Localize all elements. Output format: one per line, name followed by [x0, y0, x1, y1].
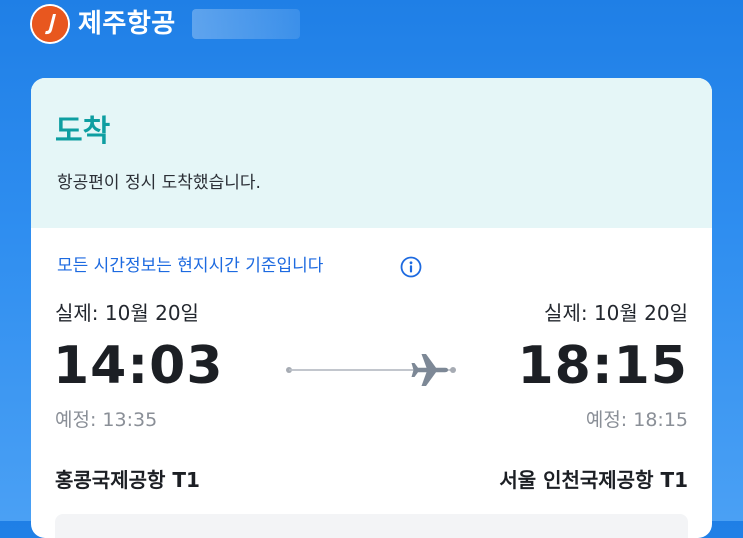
departure-airport: 홍콩국제공항 T1: [55, 468, 200, 492]
status-message: 항공편이 정시 도착했습니다.: [57, 173, 261, 193]
route-line: [285, 352, 457, 388]
timezone-notice: 모든 시간정보는 현지시간 기준입니다: [57, 256, 324, 276]
app-header: 제주항공: [0, 0, 743, 56]
info-icon[interactable]: [400, 256, 422, 278]
status-banner: 도착 항공편이 정시 도착했습니다.: [31, 78, 712, 228]
arrival-scheduled: 예정: 18:15: [585, 409, 688, 431]
status-title: 도착: [55, 114, 111, 149]
departure-actual-date: 실제: 10월 20일: [55, 301, 199, 325]
arrival-actual-date: 실제: 10월 20일: [544, 301, 688, 325]
airplane-icon: [411, 354, 448, 386]
brand-name: 제주항공: [78, 9, 176, 39]
arrival-time: 18:15: [517, 336, 688, 396]
departure-scheduled: 예정: 13:35: [55, 409, 158, 431]
arrival-airport: 서울 인천국제공항 T1: [499, 468, 688, 492]
flight-details-panel: [55, 514, 688, 538]
redacted-area: [192, 9, 300, 39]
departure-time: 14:03: [53, 336, 224, 396]
jeju-air-logo-icon: [32, 6, 68, 42]
flight-status-card: 도착 항공편이 정시 도착했습니다. 모든 시간정보는 현지시간 기준입니다 실…: [31, 78, 712, 538]
